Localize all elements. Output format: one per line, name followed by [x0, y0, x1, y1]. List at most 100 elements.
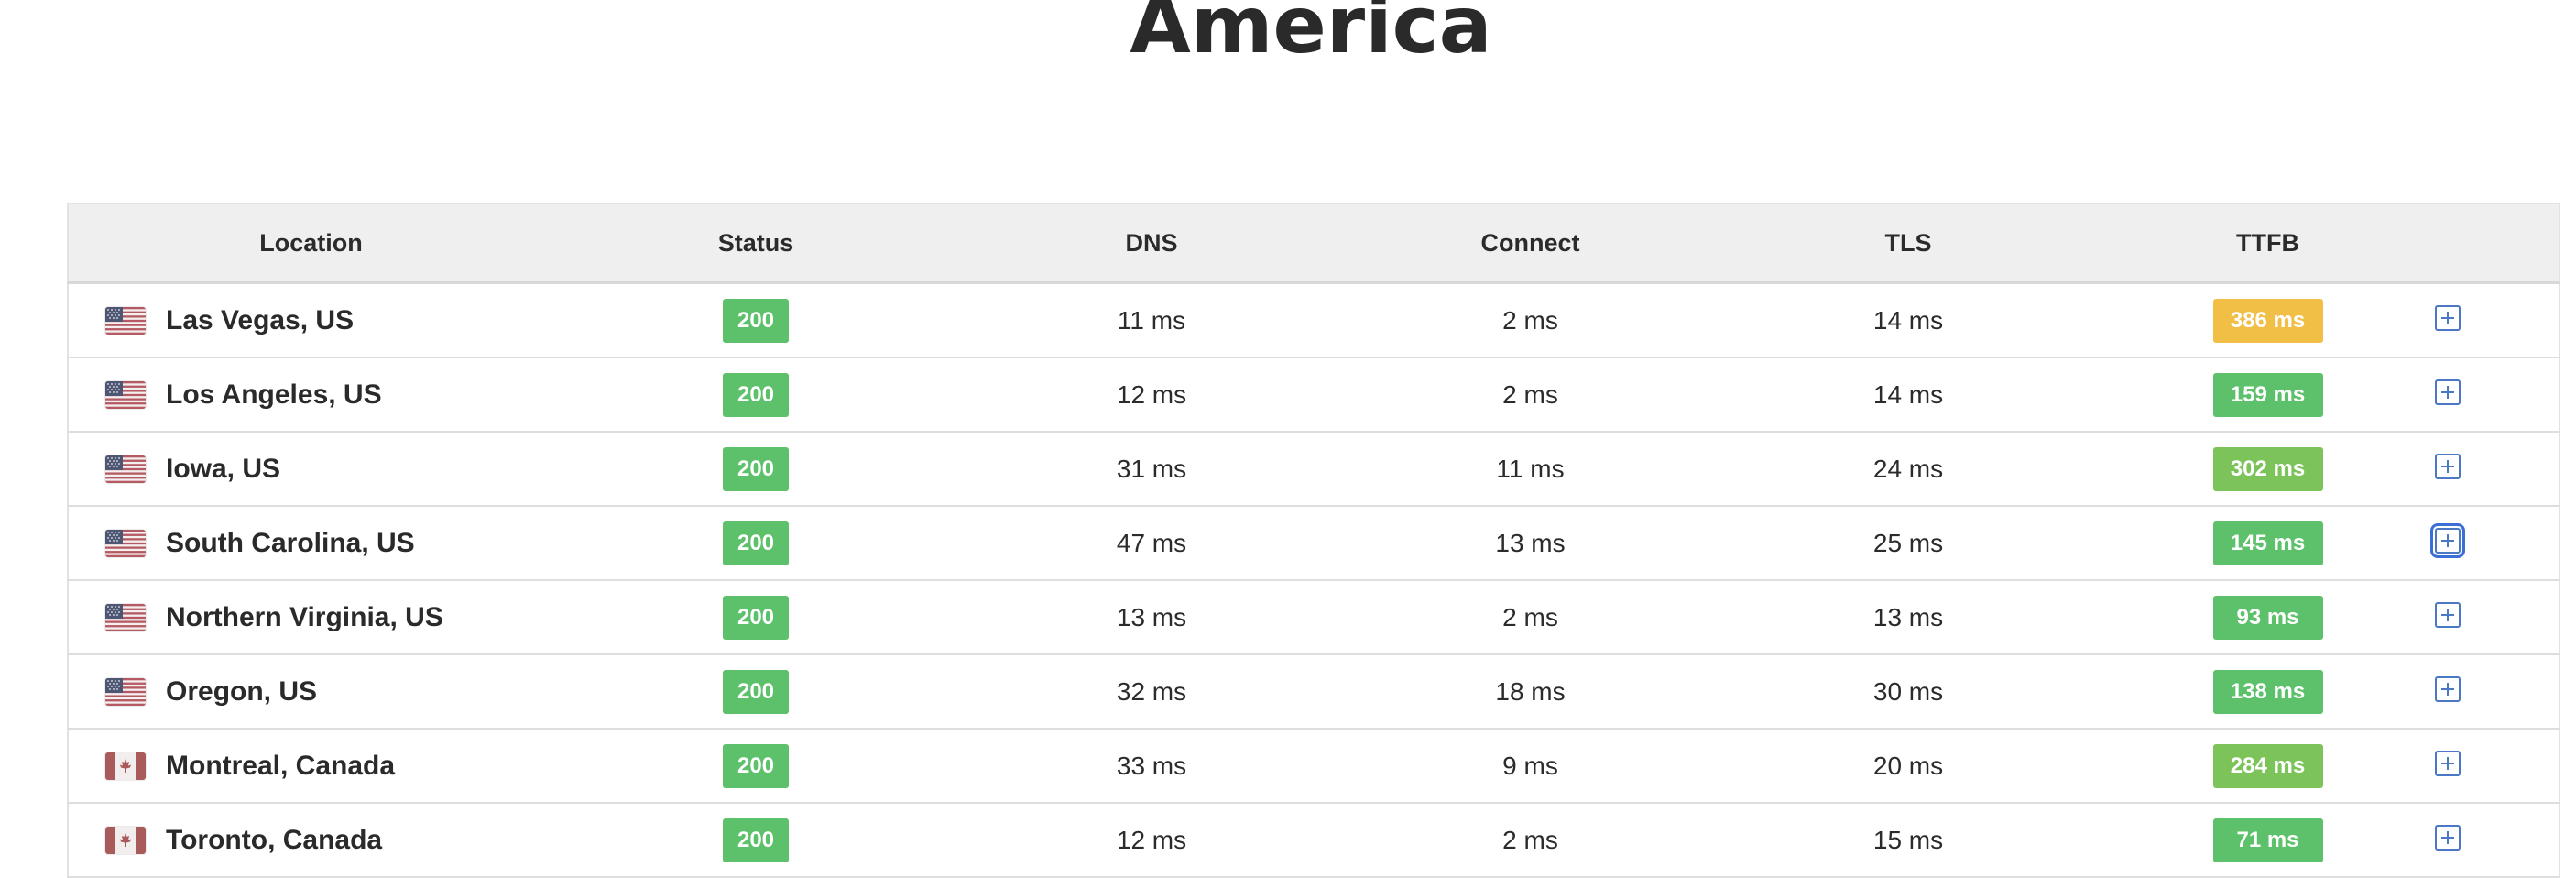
dns-cell: 31 ms — [958, 432, 1345, 507]
status-badge: 200 — [723, 521, 789, 565]
status-cell: 200 — [553, 282, 958, 358]
ttfb-badge: 284 ms — [2212, 743, 2323, 788]
ttfb-badge: 386 ms — [2212, 298, 2323, 343]
connect-cell: 2 ms — [1345, 580, 1716, 655]
dns-cell: 11 ms — [958, 282, 1345, 358]
page-title: America — [1130, 0, 1492, 71]
status-cell: 200 — [553, 506, 958, 581]
status-cell: 200 — [553, 580, 958, 655]
dns-cell: 32 ms — [958, 654, 1345, 730]
status-badge: 200 — [723, 743, 789, 788]
connect-cell: 18 ms — [1345, 654, 1716, 730]
location-cell: Los Angeles, US — [67, 357, 553, 433]
expand-cell — [2435, 654, 2560, 730]
dns-cell: 12 ms — [958, 357, 1345, 433]
ttfb-badge: 71 ms — [2212, 818, 2323, 862]
location-name: Northern Virginia, US — [166, 601, 443, 632]
us-flag-icon — [105, 529, 146, 557]
expand-cell — [2430, 506, 2560, 581]
ttfb-cell: 159 ms — [2101, 357, 2435, 433]
expand-cell — [2435, 803, 2560, 878]
table-row: Oregon, US 200 32 ms 18 ms 30 ms 138 ms — [67, 654, 2560, 730]
status-badge: 200 — [723, 669, 789, 714]
ttfb-cell: 145 ms — [2101, 506, 2435, 581]
location-cell: Montreal, Canada — [67, 729, 553, 804]
connect-cell: 13 ms — [1345, 506, 1716, 581]
status-cell: 200 — [553, 729, 958, 804]
header-tls: TLS — [1716, 203, 2101, 284]
table-row: Los Angeles, US 200 12 ms 2 ms 14 ms 159 ms — [67, 357, 2560, 433]
location-cell: Northern Virginia, US — [67, 580, 553, 655]
tls-cell: 14 ms — [1716, 282, 2101, 358]
dns-cell: 12 ms — [958, 803, 1345, 878]
location-cell: Toronto, Canada — [67, 803, 553, 878]
ttfb-badge: 138 ms — [2212, 669, 2323, 714]
ttfb-badge: 145 ms — [2212, 521, 2323, 565]
tls-cell: 13 ms — [1716, 580, 2101, 655]
location-name: Montreal, Canada — [166, 750, 396, 781]
location-name: Las Vegas, US — [166, 304, 355, 335]
connect-cell: 2 ms — [1345, 282, 1716, 358]
location-cell: Las Vegas, US — [67, 282, 553, 358]
location-name: Oregon, US — [166, 675, 318, 707]
status-cell: 200 — [553, 432, 958, 507]
expand-row-button[interactable] — [2435, 305, 2461, 332]
expand-cell — [2435, 432, 2560, 507]
expand-cell — [2435, 282, 2560, 358]
location-cell: Oregon, US — [67, 654, 553, 730]
ttfb-cell: 302 ms — [2101, 432, 2435, 507]
table-row: Northern Virginia, US 200 13 ms 2 ms 13 ms 93… — [67, 580, 2560, 655]
connect-cell: 11 ms — [1345, 432, 1716, 507]
status-badge: 200 — [723, 446, 789, 491]
tls-cell: 20 ms — [1716, 729, 2101, 804]
status-badge: 200 — [723, 372, 789, 417]
location-name: Iowa, US — [166, 453, 281, 484]
ttfb-cell: 93 ms — [2101, 580, 2435, 655]
location-name: South Carolina, US — [166, 527, 415, 558]
header-location: Location — [67, 203, 553, 284]
table-row: Las Vegas, US 200 11 ms 2 ms 14 ms 386 ms — [67, 282, 2560, 358]
dns-cell: 13 ms — [958, 580, 1345, 655]
ca-flag-icon — [105, 752, 146, 780]
expand-row-button[interactable] — [2430, 523, 2465, 559]
header-status: Status — [553, 203, 958, 284]
ttfb-badge: 159 ms — [2212, 372, 2323, 417]
table-row: Toronto, Canada 200 12 ms 2 ms 15 ms 71 ms — [67, 803, 2560, 878]
expand-row-button[interactable] — [2435, 676, 2461, 703]
expand-cell — [2435, 729, 2560, 804]
ttfb-cell: 71 ms — [2101, 803, 2435, 878]
status-cell: 200 — [553, 357, 958, 433]
expand-row-button[interactable] — [2435, 825, 2461, 851]
results-table: Location Status DNS Connect TLS TTFB Las… — [67, 203, 2560, 878]
ttfb-cell: 284 ms — [2101, 729, 2435, 804]
ca-flag-icon — [105, 826, 146, 854]
location-name: Toronto, Canada — [166, 824, 383, 855]
header-dns: DNS — [958, 203, 1345, 284]
location-name: Los Angeles, US — [166, 379, 382, 410]
table-body: Las Vegas, US 200 11 ms 2 ms 14 ms 386 ms Los … — [67, 282, 2560, 878]
expand-row-button[interactable] — [2435, 454, 2461, 480]
status-badge: 200 — [723, 818, 789, 862]
expand-row-button[interactable] — [2435, 751, 2461, 777]
tls-cell: 25 ms — [1716, 506, 2101, 581]
table-row: South Carolina, US 200 47 ms 13 ms 25 ms 145 … — [67, 506, 2560, 581]
location-cell: South Carolina, US — [67, 506, 553, 581]
status-badge: 200 — [723, 298, 789, 343]
tls-cell: 14 ms — [1716, 357, 2101, 433]
table-row: Iowa, US 200 31 ms 11 ms 24 ms 302 ms — [67, 432, 2560, 507]
tls-cell: 24 ms — [1716, 432, 2101, 507]
expand-cell — [2435, 580, 2560, 655]
ttfb-badge: 302 ms — [2212, 446, 2323, 491]
status-cell: 200 — [553, 803, 958, 878]
connect-cell: 9 ms — [1345, 729, 1716, 804]
header-connect: Connect — [1345, 203, 1716, 284]
connect-cell: 2 ms — [1345, 357, 1716, 433]
status-cell: 200 — [553, 654, 958, 730]
expand-row-button[interactable] — [2435, 379, 2461, 406]
expand-row-button[interactable] — [2435, 602, 2461, 629]
table-row: Montreal, Canada 200 33 ms 9 ms 20 ms 284 ms — [67, 729, 2560, 804]
us-flag-icon — [105, 306, 146, 335]
us-flag-icon — [105, 603, 146, 631]
status-badge: 200 — [723, 595, 789, 640]
connect-cell: 2 ms — [1345, 803, 1716, 878]
